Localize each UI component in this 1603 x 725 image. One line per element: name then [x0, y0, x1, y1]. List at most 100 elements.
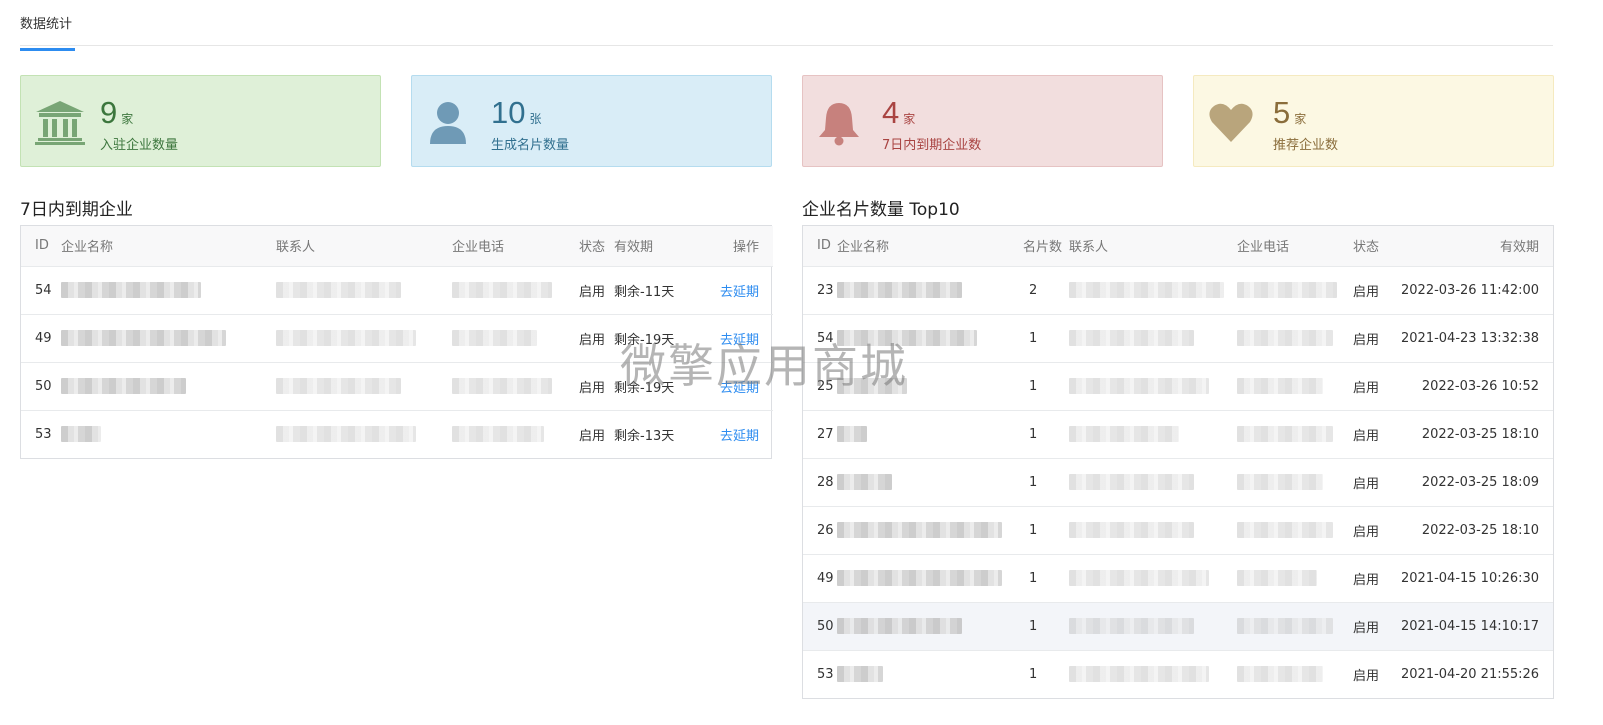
- col-company: 企业名称: [837, 226, 1023, 267]
- cell-phone: [1237, 602, 1353, 651]
- cell-validity: 剩余-11天: [614, 266, 709, 315]
- cell-contact: [276, 314, 452, 363]
- cell-phone: [1237, 410, 1353, 459]
- cell-validity: 2022-03-25 18:10: [1401, 410, 1553, 459]
- cell-status: 启用: [579, 428, 606, 444]
- card-label: 入驻企业数量: [100, 138, 179, 153]
- card-label: 推荐企业数: [1273, 138, 1339, 153]
- cell-validity: 剩余-13天: [614, 428, 675, 444]
- cell-id: 23: [803, 266, 837, 315]
- bank-icon: [35, 100, 85, 146]
- col-phone: 企业电话: [452, 226, 579, 267]
- cell-card-count: 1: [1023, 458, 1069, 507]
- expiring-section-title: 7日内到期企业: [20, 200, 133, 220]
- table-row: 27 1 启用 2022-03-25 18:10: [803, 410, 1553, 459]
- col-action: 操作: [709, 226, 773, 267]
- cell-id: 49: [21, 314, 61, 363]
- cell-status: 启用: [1353, 554, 1401, 603]
- cell-status: 启用: [1353, 410, 1401, 459]
- cell-company: [837, 506, 1023, 555]
- cell-phone: [1237, 554, 1353, 603]
- cell-status: 启用: [579, 362, 614, 411]
- col-id: ID: [803, 226, 837, 267]
- cell-company: [61, 410, 276, 458]
- cell-contact: [1069, 266, 1237, 315]
- card-expiring: 4家 7日内到期企业数: [802, 75, 1163, 167]
- cell-validity: 2022-03-25 18:10: [1401, 506, 1553, 555]
- table-row: 23 2 启用 2022-03-26 11:42:00: [803, 266, 1553, 315]
- card-label: 生成名片数量: [491, 138, 570, 153]
- cell-id: 28: [803, 458, 837, 507]
- cell-status: 启用: [1353, 602, 1401, 651]
- cell-card-count: 1: [1023, 362, 1069, 411]
- col-card-count: 名片数: [1023, 226, 1069, 267]
- card-value: 5家: [1273, 95, 1307, 130]
- table-row: 50 启用 剩余-19天 去延期: [21, 362, 773, 411]
- col-validity: 有效期: [1401, 226, 1553, 267]
- col-id: ID: [21, 226, 61, 267]
- table-row: 53 1 启用 2021-04-20 21:55:26: [803, 650, 1553, 698]
- cell-card-count: 1: [1023, 554, 1069, 603]
- cell-phone: [1237, 458, 1353, 507]
- extend-link[interactable]: 去延期: [720, 285, 759, 300]
- tab-bar: 数据统计: [20, 0, 1553, 51]
- cell-card-count: 1: [1023, 314, 1069, 363]
- cell-phone: [1237, 362, 1353, 411]
- cell-validity: 剩余-19天: [614, 314, 709, 363]
- table-row: 25 1 启用 2022-03-26 10:52: [803, 362, 1553, 411]
- cell-contact: [276, 410, 452, 458]
- cell-card-count: 1: [1023, 410, 1069, 459]
- cell-validity: 2021-04-23 13:32:38: [1401, 314, 1553, 363]
- cell-contact: [1069, 602, 1237, 651]
- extend-link[interactable]: 去延期: [720, 381, 759, 396]
- cell-contact: [276, 266, 452, 315]
- col-status: 状态: [579, 226, 614, 267]
- cell-status: 启用: [1353, 362, 1401, 411]
- table-row: 49 启用 剩余-19天 去延期: [21, 314, 773, 363]
- table-row: 54 1 启用 2021-04-23 13:32:38: [803, 314, 1553, 363]
- table-row: 49 1 启用 2021-04-15 10:26:30: [803, 554, 1553, 603]
- cell-id: 27: [803, 410, 837, 459]
- cell-phone: [452, 362, 579, 411]
- cell-company: [837, 458, 1023, 507]
- extend-link[interactable]: 去延期: [720, 333, 759, 348]
- cell-validity: 剩余-19天: [614, 362, 709, 411]
- card-label: 7日内到期企业数: [882, 138, 982, 153]
- cell-company: [61, 314, 276, 363]
- cell-card-count: 2: [1023, 266, 1069, 315]
- cell-id: 50: [21, 362, 61, 411]
- cell-card-count: 1: [1023, 602, 1069, 651]
- card-value: 10 张: [491, 95, 542, 130]
- cell-phone: [452, 314, 579, 363]
- cell-id: 54: [21, 266, 61, 315]
- table-row: 50 1 启用 2021-04-15 14:10:17: [803, 602, 1553, 651]
- cell-contact: [1069, 362, 1237, 411]
- cell-id: 53: [35, 426, 52, 442]
- cell-contact: [1069, 314, 1237, 363]
- tab-statistics[interactable]: 数据统计: [20, 13, 75, 51]
- cell-id: 26: [803, 506, 837, 555]
- extend-link[interactable]: 去延期: [720, 429, 759, 444]
- table-row: 26 1 启用 2022-03-25 18:10: [803, 506, 1553, 555]
- cell-phone: [452, 266, 579, 315]
- cell-card-count: 1: [1029, 666, 1038, 682]
- cell-contact: [1069, 410, 1237, 459]
- cell-status: 启用: [1353, 266, 1401, 315]
- cell-phone: [1237, 506, 1353, 555]
- col-validity: 有效期: [614, 226, 709, 267]
- cell-status: 启用: [1353, 506, 1401, 555]
- table-row: 54 启用 剩余-11天 去延期: [21, 266, 773, 315]
- cell-company: [837, 314, 1023, 363]
- cell-company: [837, 410, 1023, 459]
- heart-icon: [1208, 100, 1258, 146]
- cell-validity: 2021-04-15 10:26:30: [1401, 554, 1553, 603]
- cell-status: 启用: [579, 314, 614, 363]
- card-value: 4家: [882, 95, 916, 130]
- col-company: 企业名称: [61, 226, 276, 267]
- cell-company: [61, 266, 276, 315]
- cell-validity: 2022-03-26 10:52: [1401, 362, 1553, 411]
- top10-table: ID 企业名称 名片数 联系人 企业电话 状态 有效期 23 2 启用 2022…: [802, 225, 1554, 699]
- cell-card-count: 1: [1023, 506, 1069, 555]
- cell-contact: [276, 362, 452, 411]
- card-companies: 9家 入驻企业数量: [20, 75, 381, 167]
